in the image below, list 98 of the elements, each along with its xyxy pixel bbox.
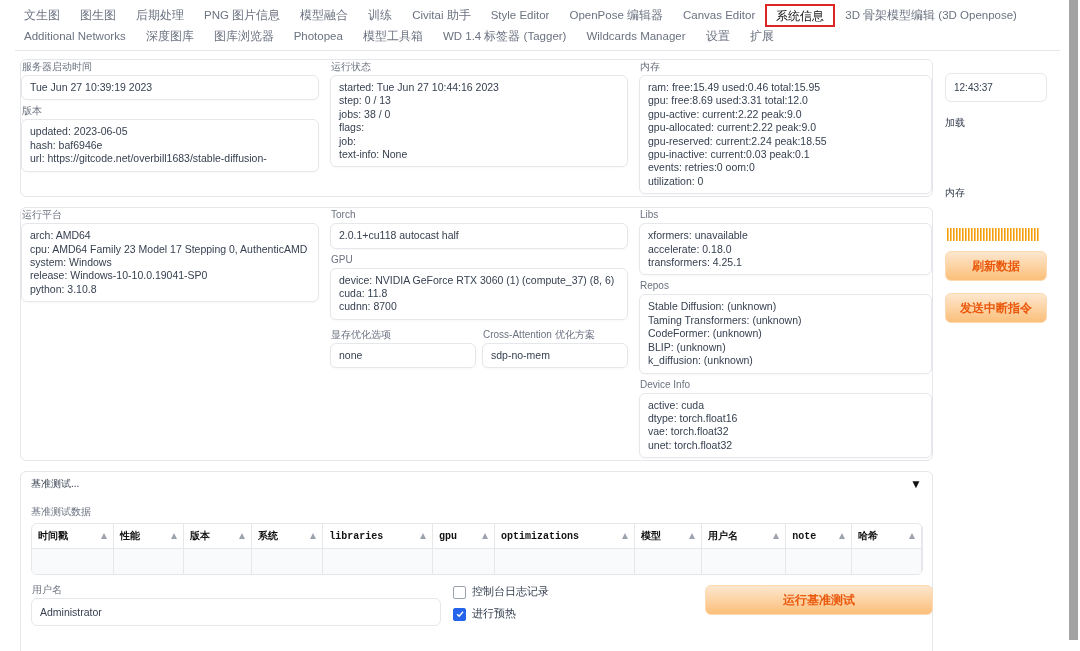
sort-icon[interactable] xyxy=(481,533,488,540)
info-line: utilization: 0 xyxy=(648,174,705,189)
checkbox-label: 控制台日志记录 xyxy=(472,585,549,600)
field-label: 运行平台 xyxy=(21,208,63,223)
info-line: active: cuda xyxy=(648,398,706,412)
info-line: step: 0 / 13 xyxy=(339,94,392,108)
tab[interactable]: PNG 图片信息 xyxy=(194,4,291,27)
field-label: 内存 xyxy=(639,60,661,74)
field-label: 用户名 xyxy=(31,583,63,598)
memory-label: 内存 xyxy=(945,186,966,200)
info-line: job: xyxy=(339,134,357,149)
info-line: gpu: free:8.69 used:3.31 total:12.0 xyxy=(648,94,809,108)
field-label: 服务器启动时间 xyxy=(21,60,93,74)
tab[interactable]: 扩展 xyxy=(739,27,784,47)
tab[interactable]: Additional Networks xyxy=(14,27,136,47)
info-line: xformers: unavailable xyxy=(648,229,749,243)
tab[interactable]: Civitai 助手 xyxy=(402,4,481,27)
info-line: CodeFormer: (unknown) xyxy=(648,327,763,341)
load-label: 加载 xyxy=(945,116,966,130)
tab[interactable]: Photopea xyxy=(283,27,353,47)
info-line: accelerate: 0.18.0 xyxy=(648,242,733,257)
tab[interactable]: 设置 xyxy=(695,27,740,47)
info-line: 2.0.1+cu118 autocast half xyxy=(339,229,460,243)
sort-icon[interactable] xyxy=(420,533,427,540)
info-line: sdp-no-mem xyxy=(491,348,551,363)
tab[interactable]: 模型工具箱 xyxy=(352,27,433,47)
info-line: gpu-reserved: current:2.24 peak:18.55 xyxy=(648,134,828,149)
field-label: Device Info xyxy=(639,377,692,392)
info-line: k_diffusion: (unknown) xyxy=(648,354,754,368)
tab[interactable]: 后期处理 xyxy=(126,4,194,27)
info-line: vae: torch.float32 xyxy=(648,425,730,439)
info-line: Taming Transformers: (unknown) xyxy=(648,313,803,328)
sort-icon[interactable] xyxy=(689,533,696,540)
info-line: updated: 2023-06-05 xyxy=(30,125,129,139)
info-line: dtype: torch.float16 xyxy=(648,411,739,426)
info-line: gpu-allocated: current:2.22 peak:9.0 xyxy=(648,121,818,135)
info-line: flags: xyxy=(339,121,366,135)
info-line: ram: free:15.49 used:0.46 total:15.95 xyxy=(648,81,822,95)
info-line: BLIP: (unknown) xyxy=(648,340,727,355)
field-label: 显存优化选项 xyxy=(330,327,392,342)
field-label: 版本 xyxy=(21,104,43,119)
tab[interactable]: 深度图库 xyxy=(135,27,204,47)
sort-icon[interactable] xyxy=(310,533,317,540)
tab[interactable]: 训练 xyxy=(358,4,403,27)
info-line: python: 3.10.8 xyxy=(30,282,98,297)
field-label: 运行状态 xyxy=(330,60,372,74)
info-line: hash: baf6946e xyxy=(30,138,104,153)
checkbox[interactable] xyxy=(453,607,466,621)
info-line: cpu: AMD64 Family 23 Model 17 Stepping 0, AuthenticAMD xyxy=(30,242,309,257)
info-line: gpu-inactive: current:0.03 peak:0.1 xyxy=(648,148,811,162)
table-label: 基准测试数据 xyxy=(31,506,92,520)
field-label: Torch xyxy=(330,208,357,223)
info-line: unet: torch.float32 xyxy=(648,438,734,453)
sort-icon[interactable] xyxy=(909,533,915,540)
info-line: url: https://gitcode.net/overbill1683/stable-diffusion- xyxy=(30,152,268,166)
sort-icon[interactable] xyxy=(839,533,846,540)
sort-icon[interactable] xyxy=(238,533,245,540)
collapse-toggle[interactable]: ▼ xyxy=(910,477,922,492)
info-line: jobs: 38 / 0 xyxy=(339,107,392,122)
tab[interactable]: Canvas Editor xyxy=(673,4,766,27)
field-label: GPU xyxy=(330,252,354,267)
tab[interactable]: 模型融合 xyxy=(290,4,359,27)
info-line: release: Windows-10-10.0.19041-SP0 xyxy=(30,269,209,283)
info-line: system: Windows xyxy=(30,256,113,270)
tab[interactable]: 文生图 xyxy=(14,4,70,27)
sort-icon[interactable] xyxy=(170,533,177,540)
scrollbar[interactable] xyxy=(1069,0,1078,640)
tab[interactable]: Style Editor xyxy=(480,4,560,27)
field-label: Libs xyxy=(639,208,660,223)
info-line: started: Tue Jun 27 10:44:16 2023 xyxy=(339,81,500,95)
tab[interactable]: 图生图 xyxy=(70,4,126,27)
sort-icon[interactable] xyxy=(100,533,107,540)
tab[interactable]: 系统信息 xyxy=(765,4,836,27)
tab[interactable]: OpenPose 编辑器 xyxy=(559,4,673,27)
sort-icon[interactable] xyxy=(621,533,628,540)
info-line: transformers: 4.25.1 xyxy=(648,256,743,270)
checkbox-label: 进行预热 xyxy=(472,607,516,622)
info-line: text-info: None xyxy=(339,148,409,162)
tab[interactable]: WD 1.4 标签器 (Tagger) xyxy=(432,27,577,47)
info-line: Stable Diffusion: (unknown) xyxy=(648,300,778,314)
info-line: none xyxy=(339,348,364,363)
info-line: cuda: 11.8 xyxy=(339,287,389,301)
info-line: cudnn: 8700 xyxy=(339,300,398,314)
info-line: arch: AMD64 xyxy=(30,229,92,243)
time-display: 12:43:37 xyxy=(945,73,1047,102)
info-line: events: retries:0 oom:0 xyxy=(648,161,756,175)
info-line: gpu-active: current:2.22 peak:9.0 xyxy=(648,107,803,122)
username-field[interactable]: Administrator xyxy=(31,598,441,627)
info-line: device: NVIDIA GeForce RTX 3060 (1) (compute_37) (8, 6) xyxy=(339,273,616,288)
field-label: Cross-Attention 优化方案 xyxy=(482,327,596,342)
field-label: Repos xyxy=(639,279,670,294)
tab[interactable]: 3D 骨架模型编辑 (3D Openpose) xyxy=(835,4,1027,27)
tab[interactable]: Wildcards Manager xyxy=(576,27,696,47)
tab[interactable]: 图库浏览器 xyxy=(203,27,284,47)
accordion-title[interactable]: 基准测试... xyxy=(31,477,80,492)
info-line: Tue Jun 27 10:39:19 2023 xyxy=(30,81,154,95)
checkbox[interactable] xyxy=(453,585,466,599)
sort-icon[interactable] xyxy=(773,533,780,540)
